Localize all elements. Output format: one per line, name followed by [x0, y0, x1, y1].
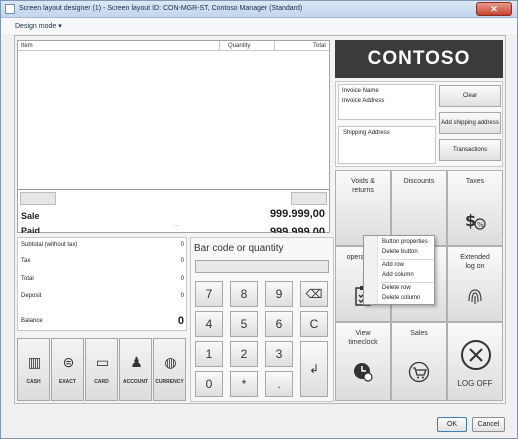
exact-button[interactable]: ⊜ EXACT	[51, 338, 84, 401]
paid-value: 999.999,00	[269, 226, 325, 233]
key-4[interactable]: 4	[195, 311, 223, 337]
scroll-down-button[interactable]	[291, 192, 327, 205]
key-7[interactable]: 7	[195, 281, 223, 307]
column-item: Item	[21, 43, 33, 49]
contoso-logo: CONTOSO	[335, 40, 503, 78]
account-button[interactable]: ♟ ACCOUNT	[119, 338, 152, 401]
dialog-footer: OK Cancel	[1, 407, 517, 438]
svg-text:$: $	[465, 211, 476, 230]
key-1[interactable]: 1	[195, 341, 223, 367]
receipt-lines	[18, 51, 329, 190]
clock-icon	[354, 363, 373, 382]
key-multiply[interactable]: *	[230, 371, 258, 397]
clear-button[interactable]: Clear	[439, 85, 501, 107]
add-shipping-address-button[interactable]: Add shipping address	[439, 112, 501, 134]
ok-button[interactable]: OK	[437, 417, 467, 432]
close-button[interactable]: ✕	[476, 2, 512, 16]
menu-item-delete-row[interactable]: Delete row	[382, 284, 434, 293]
design-mode-menu[interactable]: Design mode ▾	[15, 22, 62, 30]
key-5[interactable]: 5	[230, 311, 258, 337]
key-6[interactable]: 6	[265, 311, 293, 337]
sales-button[interactable]: Sales	[391, 322, 447, 401]
cash-icon: ▥	[27, 354, 42, 370]
column-quantity: Quantity	[228, 43, 251, 49]
currency-button[interactable]: ◍ CURRENCY	[153, 338, 186, 401]
clear-key[interactable]: C	[300, 311, 328, 337]
receipt-panel[interactable]: Item Quantity Total Sale 999.999,00 ... …	[17, 40, 330, 233]
totals-panel[interactable]: Subtotal (without tax) 0 Tax 0 Total 0 D…	[17, 237, 187, 331]
menu-item-button-properties[interactable]: Button properties	[382, 238, 434, 247]
menu-bar: Design mode ▾	[1, 18, 517, 34]
payment-buttons: ▥ CASH ⊜ EXACT ▭ CARD ♟ ACCOUNT ◍ CURREN…	[17, 338, 187, 401]
invoice-box: Invoice Name Invoice Address	[338, 84, 436, 120]
key-8[interactable]: 8	[230, 281, 258, 307]
cancel-button[interactable]: Cancel	[472, 417, 505, 432]
shipping-box: Shipping Address	[338, 126, 436, 164]
screen-layout-designer-window: Screen layout designer (1) - Screen layo…	[0, 0, 518, 439]
numpad-prompt: Bar code or quantity	[194, 243, 284, 254]
menu-item-delete-column[interactable]: Delete column	[382, 294, 434, 303]
menu-item-add-column[interactable]: Add column	[382, 271, 434, 280]
key-0[interactable]: 0	[195, 371, 223, 397]
scroll-up-button[interactable]	[20, 192, 56, 205]
receipt-header: Item Quantity Total	[18, 41, 329, 51]
tax-icon: $ %	[465, 211, 486, 230]
transactions-button[interactable]: Transactions	[439, 139, 501, 161]
cash-button[interactable]: ▥ CASH	[17, 338, 50, 401]
barcode-input[interactable]	[195, 260, 329, 273]
paid-label: Paid	[21, 226, 41, 233]
app-icon	[5, 4, 15, 14]
view-timeclock-button[interactable]: View timeclock	[335, 322, 391, 401]
backspace-key[interactable]: ⌫	[300, 281, 328, 307]
menu-item-add-row[interactable]: Add row	[382, 261, 434, 270]
window-title: Screen layout designer (1) - Screen layo…	[19, 5, 303, 12]
log-off-button[interactable]: LOG OFF	[447, 322, 503, 401]
key-9[interactable]: 9	[265, 281, 293, 307]
fingerprint-icon	[468, 289, 482, 304]
invoice-name-label: Invoice Name	[342, 88, 379, 94]
exact-icon: ⊜	[62, 354, 75, 370]
numpad-panel: Bar code or quantity 7 8 9 ⌫ 4 5 6 C 1 2…	[190, 237, 334, 402]
sale-label: Sale	[21, 211, 40, 221]
shipping-address-label: Shipping Address	[343, 130, 390, 136]
svg-text:%: %	[477, 221, 484, 229]
column-total: Total	[313, 43, 326, 49]
cart-icon	[408, 361, 430, 383]
sale-value: 999.999,00	[269, 208, 325, 220]
currency-icon: ◍	[164, 354, 177, 370]
invoice-address-label: Invoice Address	[342, 98, 385, 104]
log-off-icon	[461, 340, 491, 370]
account-icon: ♟	[130, 354, 143, 370]
extended-log-on-button[interactable]: Extended log on	[447, 246, 503, 322]
enter-key[interactable]: ↲	[300, 341, 328, 397]
context-menu: Button properties Delete button Add row …	[363, 235, 435, 305]
key-decimal[interactable]: .	[265, 371, 293, 397]
card-icon: ▭	[95, 354, 110, 370]
taxes-button[interactable]: Taxes $ %	[447, 170, 503, 246]
card-button[interactable]: ▭ CARD	[85, 338, 118, 401]
customer-panel[interactable]: Invoice Name Invoice Address Shipping Ad…	[335, 81, 503, 167]
key-3[interactable]: 3	[265, 341, 293, 367]
receipt-ellipsis: ...	[174, 222, 180, 228]
key-2[interactable]: 2	[230, 341, 258, 367]
layout-canvas: Item Quantity Total Sale 999.999,00 ... …	[14, 35, 506, 404]
menu-item-delete-button[interactable]: Delete button	[382, 248, 434, 257]
title-bar: Screen layout designer (1) - Screen layo…	[1, 1, 517, 18]
